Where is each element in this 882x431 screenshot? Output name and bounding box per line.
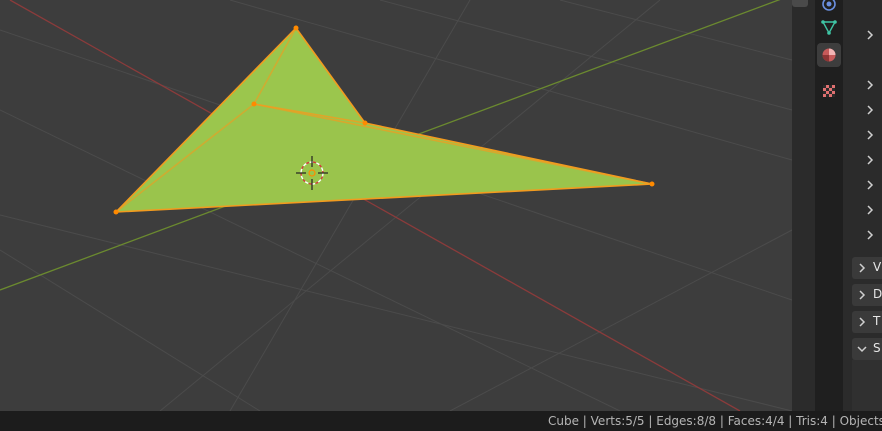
- properties-panel-header[interactable]: V: [852, 257, 882, 279]
- chevron-right-icon[interactable]: [865, 154, 875, 166]
- properties-panel-header-expanded[interactable]: S: [852, 338, 882, 360]
- texture-icon: [823, 85, 835, 97]
- mesh-object[interactable]: [113, 25, 655, 215]
- properties-editor: V D T S: [843, 0, 882, 411]
- physics-tab[interactable]: [817, 0, 841, 16]
- scene-statistics: Cube | Verts:5/5 | Edges:8/8 | Faces:4/4…: [548, 414, 882, 428]
- properties-panel-body: [852, 360, 882, 411]
- object-data-mesh-icon: [821, 20, 837, 35]
- chevron-right-icon[interactable]: [865, 129, 875, 141]
- status-bar: Cube | Verts:5/5 | Edges:8/8 | Faces:4/4…: [0, 411, 882, 431]
- 3d-viewport[interactable]: [0, 0, 792, 411]
- material-tab[interactable]: [817, 43, 841, 67]
- chevron-right-icon[interactable]: [865, 104, 875, 116]
- physics-icon: [822, 0, 836, 11]
- chevron-right-icon[interactable]: [865, 29, 875, 41]
- panel-label: D: [873, 287, 882, 301]
- chevron-down-icon: [857, 346, 867, 353]
- chevron-right-icon: [859, 317, 866, 327]
- mesh-bottom-face: [116, 104, 652, 212]
- chevron-right-icon: [859, 290, 866, 300]
- properties-tab-strip: [815, 0, 843, 411]
- chevron-right-icon: [859, 263, 866, 273]
- region-divider[interactable]: [792, 0, 815, 411]
- panel-label: S: [873, 341, 881, 355]
- panel-label: T: [873, 314, 881, 328]
- texture-tab[interactable]: [817, 79, 841, 103]
- properties-panel-header[interactable]: T: [852, 311, 882, 333]
- chevron-right-icon[interactable]: [865, 229, 875, 241]
- viewport-canvas[interactable]: [0, 0, 792, 411]
- blender-window: V D T S Cube | Verts:5/5 | Edges:8/8 | F…: [0, 0, 882, 431]
- chevron-right-icon[interactable]: [865, 79, 875, 91]
- x-axis-line: [9, 0, 741, 411]
- object-data-tab[interactable]: [817, 15, 841, 39]
- material-icon: [822, 48, 836, 62]
- panel-label: V: [873, 260, 882, 274]
- chevron-right-icon[interactable]: [865, 204, 875, 216]
- region-scroll-handle[interactable]: [792, 0, 808, 7]
- chevron-right-icon[interactable]: [865, 179, 875, 191]
- properties-panel-header[interactable]: D: [852, 284, 882, 306]
